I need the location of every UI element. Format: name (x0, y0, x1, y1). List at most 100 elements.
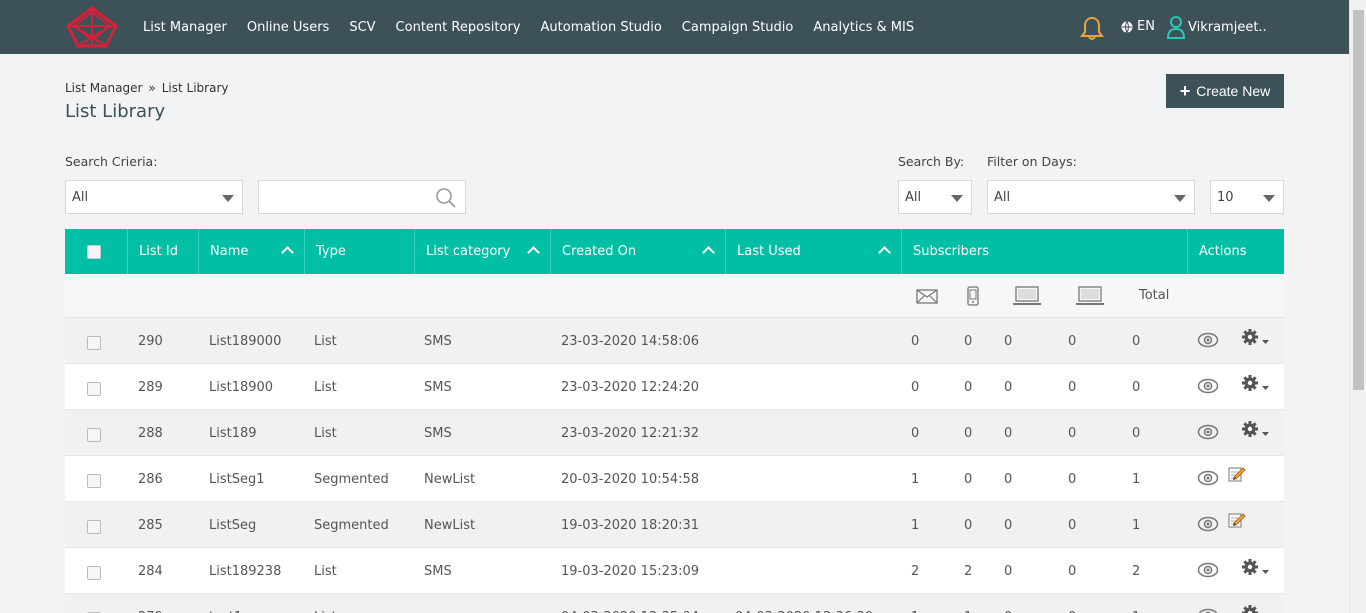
nav-online-users[interactable]: Online Users (237, 20, 339, 35)
header-last-used[interactable]: Last Used (726, 229, 902, 274)
nav-list-manager[interactable]: List Manager (133, 20, 237, 35)
row-checkbox[interactable] (87, 474, 101, 488)
settings-gear-icon[interactable] (1241, 420, 1271, 442)
select-all-checkbox[interactable] (87, 244, 101, 259)
cell-list-id: 285 (138, 517, 163, 533)
chevron-down-icon (1263, 195, 1275, 202)
header-list-id-label: List Id (139, 244, 178, 259)
header-actions-label: Actions (1199, 244, 1247, 259)
cell-web-count: 0 (1004, 517, 1013, 533)
top-navbar: List Manager Online Users SCV Content Re… (0, 0, 1349, 54)
view-eye-icon[interactable] (1197, 470, 1219, 486)
search-by-value: All (905, 189, 922, 205)
view-eye-icon[interactable] (1197, 562, 1219, 578)
row-checkbox[interactable] (87, 520, 101, 534)
cell-web-count: 0 (1004, 563, 1013, 579)
cell-mobile-count: 0 (964, 517, 973, 533)
header-actions: Actions (1188, 229, 1284, 274)
cell-category: sss (424, 594, 444, 613)
cell-total-count: 1 (1132, 517, 1141, 533)
row-checkbox[interactable] (87, 428, 101, 442)
header-list-category-label: List category (426, 244, 511, 259)
nav-scv[interactable]: SCV (339, 20, 385, 35)
user-name: Vikramjeet.. (1188, 19, 1267, 35)
header-type[interactable]: Type (305, 229, 415, 274)
header-created-on[interactable]: Created On (551, 229, 726, 274)
user-menu[interactable]: Vikramjeet.. (1167, 15, 1267, 39)
settings-gear-icon[interactable] (1241, 328, 1271, 350)
scrollbar-thumb[interactable] (1353, 10, 1364, 390)
nav-campaign-studio[interactable]: Campaign Studio (672, 20, 804, 35)
cell-email-count: 1 (911, 517, 920, 533)
cell-email-count: 0 (911, 425, 920, 441)
sort-up-icon[interactable] (527, 246, 540, 259)
table-header: List Id Name Type List category Created … (65, 229, 1284, 274)
search-by-select[interactable]: All (898, 180, 972, 214)
breadcrumb-parent[interactable]: List Manager (65, 81, 142, 95)
cell-email-count: 1 (911, 594, 919, 613)
vertical-scrollbar[interactable] (1349, 0, 1366, 613)
settings-gear-icon[interactable] (1241, 604, 1271, 613)
notification-bell-icon[interactable] (1080, 15, 1104, 41)
page-title: List Library (65, 101, 166, 122)
language-selector[interactable]: EN (1121, 19, 1155, 34)
nav-analytics-mis[interactable]: Analytics & MIS (803, 20, 924, 35)
cell-list-id: 286 (138, 471, 163, 487)
row-checkbox[interactable] (87, 382, 101, 396)
cell-name: test1 (209, 594, 242, 613)
cell-total-count: 0 (1132, 425, 1141, 441)
cell-email-count: 1 (911, 471, 920, 487)
search-input[interactable] (259, 181, 429, 213)
chevron-down-icon (222, 195, 234, 202)
table-row: 290 List189000 List SMS 23-03-2020 14:58:06 0… (65, 318, 1284, 364)
view-eye-icon[interactable] (1197, 332, 1219, 348)
filter-days-select[interactable]: All (987, 180, 1195, 214)
header-list-id[interactable]: List Id (128, 229, 199, 274)
view-eye-icon[interactable] (1197, 424, 1219, 440)
edit-pencil-icon[interactable] (1228, 511, 1246, 529)
brand-logo-icon[interactable] (64, 6, 120, 48)
cell-email-count: 0 (911, 333, 920, 349)
cell-mobile-count: 0 (964, 379, 973, 395)
settings-gear-icon[interactable] (1241, 558, 1271, 580)
cell-total-count: 1 (1132, 594, 1140, 613)
cell-category: SMS (424, 379, 452, 395)
page-size-select[interactable]: 10 (1210, 180, 1284, 214)
view-eye-icon[interactable] (1197, 608, 1219, 613)
create-new-label: Create New (1196, 83, 1271, 99)
plus-icon: + (1179, 81, 1191, 101)
cell-email-count: 0 (911, 379, 920, 395)
table-body: 290 List189000 List SMS 23-03-2020 14:58:06 0… (65, 318, 1284, 613)
header-type-label: Type (316, 244, 346, 259)
cell-category: SMS (424, 333, 452, 349)
cell-created-on: 19-03-2020 18:20:31 (561, 517, 700, 533)
desktop-laptop-icon (1076, 286, 1104, 305)
view-eye-icon[interactable] (1197, 378, 1219, 394)
nav-automation-studio[interactable]: Automation Studio (531, 20, 672, 35)
cell-category: SMS (424, 425, 452, 441)
page-size-value: 10 (1217, 189, 1234, 205)
sort-up-icon[interactable] (878, 246, 891, 259)
search-icon[interactable] (435, 187, 457, 209)
header-name[interactable]: Name (199, 229, 305, 274)
edit-pencil-icon[interactable] (1228, 465, 1246, 483)
settings-gear-icon[interactable] (1241, 374, 1271, 396)
sort-up-icon[interactable] (281, 246, 294, 259)
header-subscribers-label: Subscribers (913, 244, 989, 259)
search-field[interactable] (258, 180, 466, 214)
cell-desktop-count: 0 (1068, 517, 1077, 533)
cell-web-count: 0 (1004, 379, 1013, 395)
cell-desktop-count: 0 (1068, 471, 1077, 487)
row-checkbox[interactable] (87, 336, 101, 350)
cell-type: List (314, 379, 337, 395)
cell-web-count: 0 (1004, 425, 1013, 441)
header-list-category[interactable]: List category (415, 229, 551, 274)
search-criteria-select[interactable]: All (65, 180, 243, 214)
breadcrumb-separator: » (148, 81, 156, 95)
view-eye-icon[interactable] (1197, 516, 1219, 532)
nav-content-repository[interactable]: Content Repository (386, 20, 531, 35)
row-checkbox[interactable] (87, 566, 101, 580)
cell-total-count: 0 (1132, 379, 1141, 395)
sort-up-icon[interactable] (702, 246, 715, 259)
create-new-button[interactable]: + Create New (1166, 74, 1284, 108)
